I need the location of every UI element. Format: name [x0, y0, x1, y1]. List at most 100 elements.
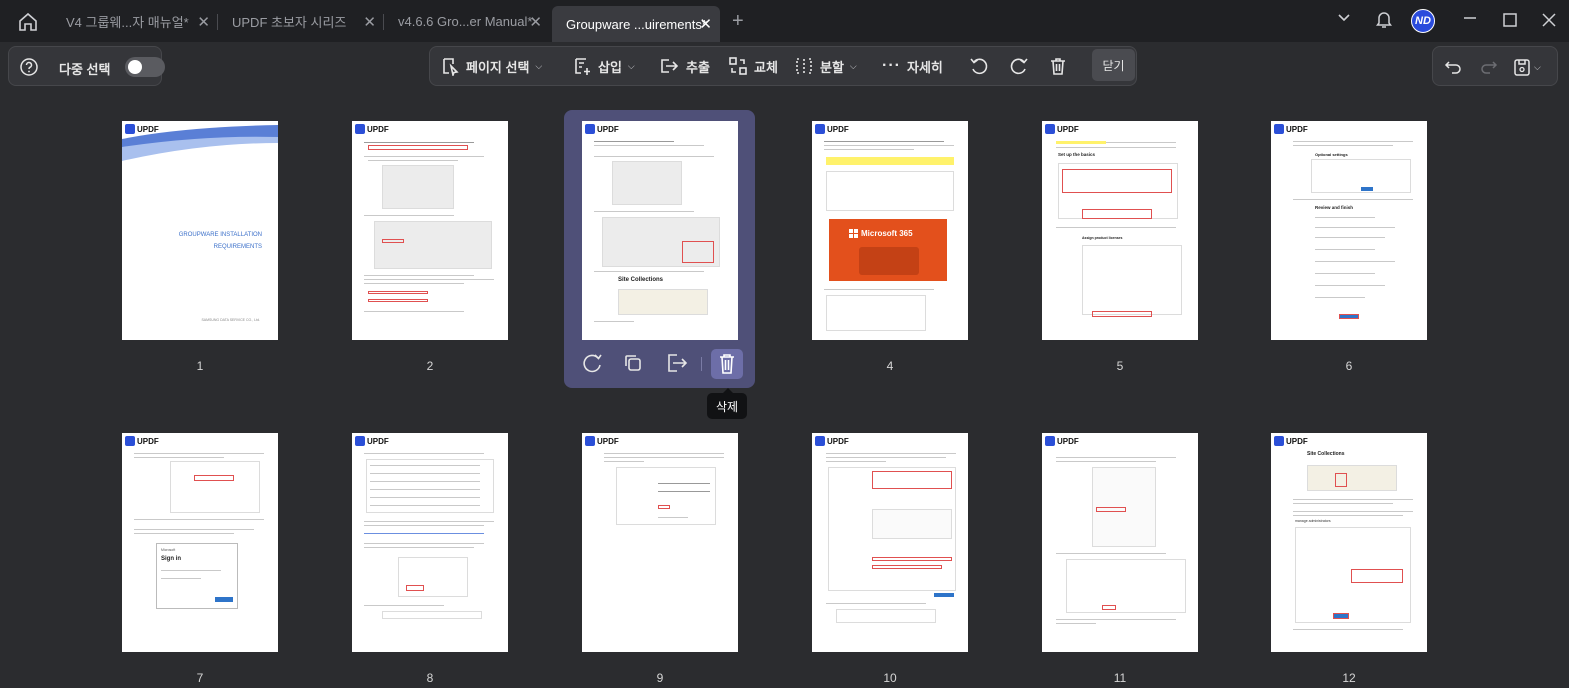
site-collections-heading: Site Collections — [618, 277, 664, 283]
multi-select-label: 다중 선택 — [59, 62, 111, 77]
extract-icon — [661, 59, 679, 73]
save-button[interactable]: ⌵ — [1513, 54, 1551, 80]
tab-label: v4.6.6 Gro...er Manual* — [398, 13, 533, 29]
chevron-down-icon: ⌵ — [1534, 61, 1541, 72]
page-number: 11 — [1113, 671, 1127, 685]
divider — [701, 357, 702, 371]
rotate-right-icon — [1010, 58, 1028, 75]
page-select-button[interactable]: 페이지 선택 ⌵ — [440, 47, 542, 85]
tab-groupware-manual[interactable]: v4.6.6 Gro...er Manual* ✕ — [384, 6, 550, 36]
history-panel: ⌵ — [1432, 46, 1558, 86]
maximize-icon[interactable] — [1502, 12, 1518, 33]
tab-label: UPDF 초보자 시리즈 — [232, 14, 347, 30]
split-icon — [796, 58, 812, 74]
page-thumbnail-11[interactable]: UPDF — [1042, 433, 1198, 652]
rotate-left-icon — [970, 58, 988, 75]
tab-groupware-requirements[interactable]: Groupware ...uirements* ✕ — [552, 6, 720, 42]
page-thumbnail-12[interactable]: UPDF Site Collections manage administrat… — [1271, 433, 1427, 652]
page-thumbnail-4[interactable]: UPDF Microsoft 365 — [812, 121, 968, 340]
page-thumbnail-2[interactable]: UPDF — [352, 121, 508, 340]
replace-button[interactable]: 교체 — [728, 47, 778, 85]
chevron-down-icon[interactable] — [1337, 10, 1351, 29]
page-number: 10 — [883, 671, 897, 685]
avatar[interactable]: ND — [1411, 9, 1435, 33]
help-icon[interactable] — [19, 57, 39, 82]
page-number: 12 — [1342, 671, 1356, 685]
sign-in-preview: Microsoft Sign in — [156, 543, 238, 609]
page-thumbnail-1[interactable]: UPDF GROUPWARE INSTALLATION REQUIREMENTS … — [122, 121, 278, 340]
page-select-label: 페이지 선택 — [466, 59, 530, 75]
tab-label: Groupware ...uirements* — [566, 16, 707, 32]
bell-icon[interactable] — [1375, 9, 1393, 34]
more-button[interactable]: ··· 자세히 — [882, 47, 943, 85]
delete-page-button[interactable] — [711, 349, 743, 379]
close-icon[interactable]: ✕ — [197, 13, 210, 31]
updf-logo: UPDF — [585, 124, 619, 134]
page-number: 6 — [1345, 359, 1353, 373]
page-thumbnail-5[interactable]: UPDF Set up the basics Assign product li… — [1042, 121, 1198, 340]
page-thumbnail-6[interactable]: UPDF Optional settings Review and finish — [1271, 121, 1427, 340]
tab-v4-manual[interactable]: V4 그룹웨...자 매뉴얼* ✕ — [52, 6, 218, 36]
updf-logo: UPDF — [1045, 124, 1079, 134]
page-number: 4 — [886, 359, 894, 373]
rotate-right-button[interactable] — [1008, 47, 1030, 85]
close-icon[interactable]: ✕ — [699, 15, 712, 33]
chevron-down-icon: ⌵ — [535, 60, 543, 71]
split-label: 분할 — [820, 59, 844, 75]
split-button[interactable]: 분할 ⌵ — [794, 47, 857, 85]
duplicate-page-button[interactable] — [620, 350, 646, 376]
rotate-left-button[interactable] — [968, 47, 990, 85]
updf-logo: UPDF — [1274, 436, 1308, 446]
copy-icon — [625, 355, 641, 371]
extract-label: 추출 — [686, 59, 710, 75]
extract-page-button[interactable] — [664, 350, 690, 376]
multi-select-panel: 다중 선택 — [8, 46, 165, 86]
page-thumbnail-8[interactable]: UPDF — [352, 433, 508, 652]
chevron-down-icon: ⌵ — [849, 60, 857, 71]
insert-label: 삽입 — [598, 59, 622, 75]
home-icon[interactable] — [14, 9, 42, 35]
window-close-icon[interactable] — [1541, 12, 1557, 33]
new-tab-icon[interactable]: + — [732, 10, 744, 33]
insert-button[interactable]: 삽입 ⌵ — [572, 47, 635, 85]
updf-logo: UPDF — [355, 436, 389, 446]
close-button[interactable]: 닫기 — [1092, 49, 1135, 81]
page-thumbnail-7[interactable]: UPDF Microsoft Sign in — [122, 433, 278, 652]
trash-icon — [720, 354, 734, 374]
updf-logo: UPDF — [815, 124, 849, 134]
more-icon: ··· — [882, 57, 901, 74]
tab-bar: V4 그룹웨...자 매뉴얼* ✕ UPDF 초보자 시리즈 ✕ v4.6.6 Gr… — [0, 0, 1569, 42]
page-number: 8 — [426, 671, 434, 685]
tab-updf-series[interactable]: UPDF 초보자 시리즈 ✕ — [218, 6, 384, 36]
page-thumbnail-10[interactable]: UPDF — [812, 433, 968, 652]
tab-label: V4 그룹웨...자 매뉴얼* — [66, 14, 189, 30]
page-number: 9 — [656, 671, 664, 685]
redo-icon[interactable] — [1479, 56, 1499, 81]
multi-select-toggle[interactable] — [125, 57, 165, 77]
minimize-icon[interactable] — [1462, 10, 1478, 31]
page-thumbnail-3[interactable]: UPDF Site Collections — [582, 121, 738, 340]
close-icon[interactable]: ✕ — [529, 13, 542, 31]
page-number: 2 — [426, 359, 434, 373]
close-icon[interactable]: ✕ — [363, 13, 376, 31]
ms365-banner: Microsoft 365 — [829, 219, 947, 281]
rotate-page-button[interactable] — [580, 350, 606, 376]
delete-button[interactable] — [1048, 47, 1068, 85]
delete-tooltip: 삭제 — [707, 388, 747, 419]
extract-icon — [668, 354, 688, 372]
updf-logo: UPDF — [355, 124, 389, 134]
cover-wave-graphic — [122, 125, 278, 161]
extract-button[interactable]: 추출 — [658, 47, 710, 85]
more-label: 자세히 — [906, 59, 943, 75]
cover-title: GROUPWARE INSTALLATION REQUIREMENTS — [178, 232, 262, 250]
undo-icon[interactable] — [1443, 56, 1463, 81]
page-number: 7 — [196, 671, 204, 685]
cover-company: SAMSUNG DATA SERVICE CO., Ltd. — [201, 318, 260, 322]
trash-icon — [1051, 58, 1065, 75]
page-thumbnail-9[interactable]: UPDF — [582, 433, 738, 652]
insert-icon — [575, 58, 590, 75]
page-number: 5 — [1116, 359, 1124, 373]
save-icon — [1514, 59, 1530, 76]
replace-icon — [729, 57, 747, 75]
page-select-icon — [443, 58, 459, 76]
